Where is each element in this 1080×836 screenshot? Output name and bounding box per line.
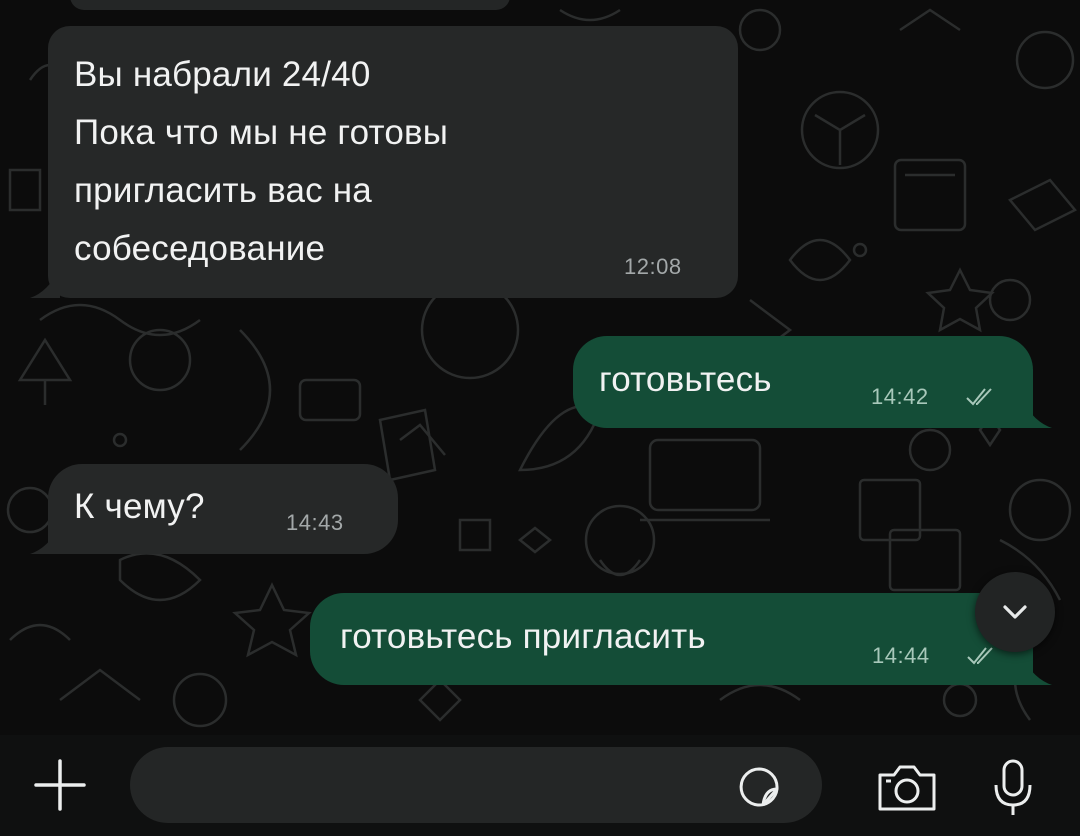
read-receipt-icon: [967, 647, 993, 665]
bubble-tail: [1022, 657, 1052, 685]
message-bubble-incoming[interactable]: К чему? 14:43: [48, 464, 398, 554]
message-time: 14:42: [871, 384, 929, 409]
camera-icon[interactable]: [874, 763, 940, 813]
plus-icon[interactable]: [30, 755, 90, 815]
previous-message-edge: [70, 0, 510, 10]
bubble-tail: [30, 526, 60, 554]
message-text: готовьтесь пригласить: [340, 617, 706, 656]
message-time: 14:44: [872, 643, 930, 668]
message-bubble-incoming[interactable]: Вы набрали 24/40 Пока что мы не готовы п…: [48, 26, 738, 298]
message-bubble-outgoing[interactable]: готовьтесь пригласить 14:44: [310, 593, 1033, 685]
chevron-down-icon: [1003, 605, 1027, 619]
bubble-tail: [1022, 400, 1052, 428]
message-input[interactable]: [130, 747, 822, 823]
message-bubble-outgoing[interactable]: готовьтесь 14:42: [573, 336, 1033, 428]
chat-area[interactable]: Вы набрали 24/40 Пока что мы не готовы п…: [0, 0, 1080, 735]
message-text: К чему?: [74, 487, 205, 526]
bubble-tail: [30, 268, 60, 298]
microphone-icon[interactable]: [990, 757, 1036, 819]
message-text: готовьтесь: [599, 360, 772, 399]
read-receipt-icon: [966, 388, 992, 406]
scroll-to-bottom-button[interactable]: [975, 572, 1055, 652]
message-time: 12:08: [624, 254, 682, 279]
input-bar: [0, 735, 1080, 836]
message-time: 14:43: [286, 510, 344, 535]
sticker-icon[interactable]: [737, 765, 781, 809]
message-text: Вы набрали 24/40 Пока что мы не готовы п…: [74, 55, 449, 268]
